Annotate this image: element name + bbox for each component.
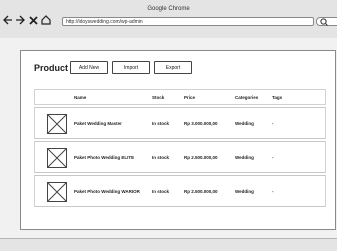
product-name[interactable]: Paket Photo Wedding WARIOR	[74, 176, 140, 208]
home-icon[interactable]	[41, 15, 51, 28]
products-panel: Product Add New Import Export Name Stock…	[20, 50, 336, 230]
header-name[interactable]: Name	[74, 90, 86, 106]
header-price[interactable]: Price	[184, 90, 195, 106]
browser-toolbar: Google Chrome http://idoyswedding.com/wp…	[0, 0, 337, 39]
products-table: Name Stock Price Categories Tags Paket W…	[34, 89, 326, 207]
table-row[interactable]: Paket Photo Wedding ELITE In stock Rp 2.…	[34, 141, 326, 173]
product-tags: -	[272, 121, 274, 126]
search-icon	[320, 18, 328, 26]
forward-arrow-icon[interactable]	[15, 15, 25, 28]
product-stock: In stock	[152, 155, 170, 160]
product-price: Rp 3.000.000,00	[184, 121, 218, 126]
product-image-placeholder-icon	[47, 148, 67, 168]
window-title: Google Chrome	[147, 6, 190, 12]
product-category[interactable]: Wedding	[235, 176, 254, 208]
browser-status-bar	[0, 238, 337, 251]
table-row[interactable]: Paket Wedding Master In stock Rp 3.000.0…	[34, 107, 326, 139]
product-name[interactable]: Paket Photo Wedding ELITE	[74, 142, 134, 174]
product-category[interactable]: Wedding	[235, 142, 254, 174]
product-image-placeholder-icon	[47, 182, 67, 202]
product-tags: -	[272, 155, 274, 160]
product-stock: In stock	[152, 189, 170, 194]
page-content: Product Add New Import Export Name Stock…	[0, 38, 337, 238]
export-button[interactable]: Export	[154, 61, 192, 74]
back-arrow-icon[interactable]	[3, 15, 13, 28]
search-field[interactable]	[316, 17, 337, 26]
product-price: Rp 2.500.000,00	[184, 155, 218, 160]
add-new-button[interactable]: Add New	[70, 61, 108, 74]
product-stock: In stock	[152, 121, 170, 126]
product-name[interactable]: Paket Wedding Master	[74, 108, 122, 140]
address-bar[interactable]: http://idoyswedding.com/wp-admin	[62, 17, 314, 26]
product-category[interactable]: Wedding	[235, 108, 254, 140]
header-stock[interactable]: Stock	[152, 90, 164, 106]
product-price: Rp 2.500.000,00	[184, 189, 218, 194]
product-image-placeholder-icon	[47, 114, 67, 134]
close-x-icon[interactable]	[29, 15, 38, 28]
table-row[interactable]: Paket Photo Wedding WARIOR In stock Rp 2…	[34, 175, 326, 207]
product-tags: -	[272, 189, 274, 194]
page-title: Product	[34, 63, 69, 73]
table-header: Name Stock Price Categories Tags	[34, 89, 326, 105]
header-tags: Tags	[272, 95, 283, 100]
header-categories[interactable]: Categories	[235, 90, 258, 106]
import-button[interactable]: Import	[112, 61, 150, 74]
